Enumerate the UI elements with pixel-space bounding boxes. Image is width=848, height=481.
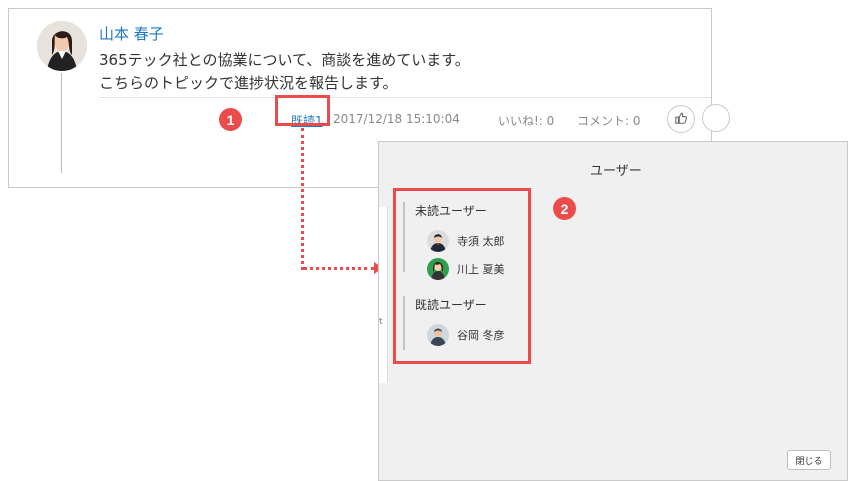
more-button[interactable]	[702, 104, 730, 132]
post-message-line-1: 365テック社との協業について、商談を進めています。	[99, 51, 470, 69]
thread-line	[61, 73, 62, 173]
author-name[interactable]: 山本 春子	[99, 23, 164, 44]
connector-vertical	[301, 128, 304, 270]
dialog-title: ユーザー	[590, 164, 642, 179]
close-button[interactable]: 閉じる	[787, 450, 831, 470]
post-divider	[99, 97, 711, 98]
comment-count: コメント: 0	[577, 114, 641, 128]
background-list-edge: t	[379, 207, 388, 383]
post-message-line-2: こちらのトピックで進捗状況を報告します。	[99, 74, 398, 92]
connector-horizontal	[303, 267, 375, 270]
author-avatar[interactable]	[37, 21, 87, 71]
thumbs-up-icon	[674, 110, 688, 129]
behind-snippet: t	[379, 317, 383, 327]
like-count: いいね!: 0	[498, 114, 555, 128]
like-button[interactable]	[667, 105, 695, 133]
highlight-read-link	[275, 95, 330, 126]
highlight-user-lists	[393, 188, 531, 364]
step-badge-2: 2	[553, 197, 576, 220]
step-badge-1: 1	[219, 108, 242, 131]
post-timestamp: 2017/12/18 15:10:04	[333, 112, 460, 126]
